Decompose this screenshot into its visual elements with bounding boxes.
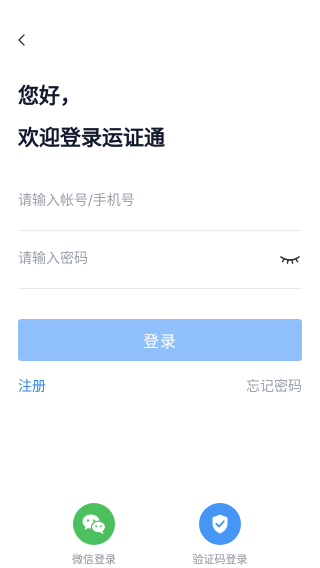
password-field xyxy=(18,230,302,289)
back-button[interactable] xyxy=(12,30,32,50)
sms-code-login-label: 验证码登录 xyxy=(192,553,248,566)
password-input[interactable] xyxy=(18,230,268,288)
register-link[interactable]: 注册 xyxy=(18,378,46,396)
login-button[interactable]: 登录 xyxy=(18,319,302,361)
wechat-login-label: 微信登录 xyxy=(72,553,116,566)
login-screen: 您好， 欢迎登录运证通 登录 注册 忘记密码 xyxy=(0,0,320,568)
welcome-title: 欢迎登录运证通 xyxy=(18,126,165,150)
eye-closed-icon xyxy=(280,256,300,264)
shield-icon-circle xyxy=(199,503,241,545)
password-visibility-toggle[interactable] xyxy=(278,250,302,268)
greeting-title: 您好， xyxy=(18,84,81,108)
forgot-password-link[interactable]: 忘记密码 xyxy=(246,378,302,396)
wechat-icon-circle xyxy=(73,503,115,545)
wechat-icon xyxy=(82,514,107,534)
chevron-left-icon xyxy=(18,34,25,46)
wechat-login-button[interactable]: 微信登录 xyxy=(49,503,139,567)
shield-check-icon xyxy=(212,514,228,534)
account-field xyxy=(18,172,302,231)
sms-code-login-button[interactable]: 验证码登录 xyxy=(175,503,265,567)
account-input[interactable] xyxy=(18,172,268,230)
